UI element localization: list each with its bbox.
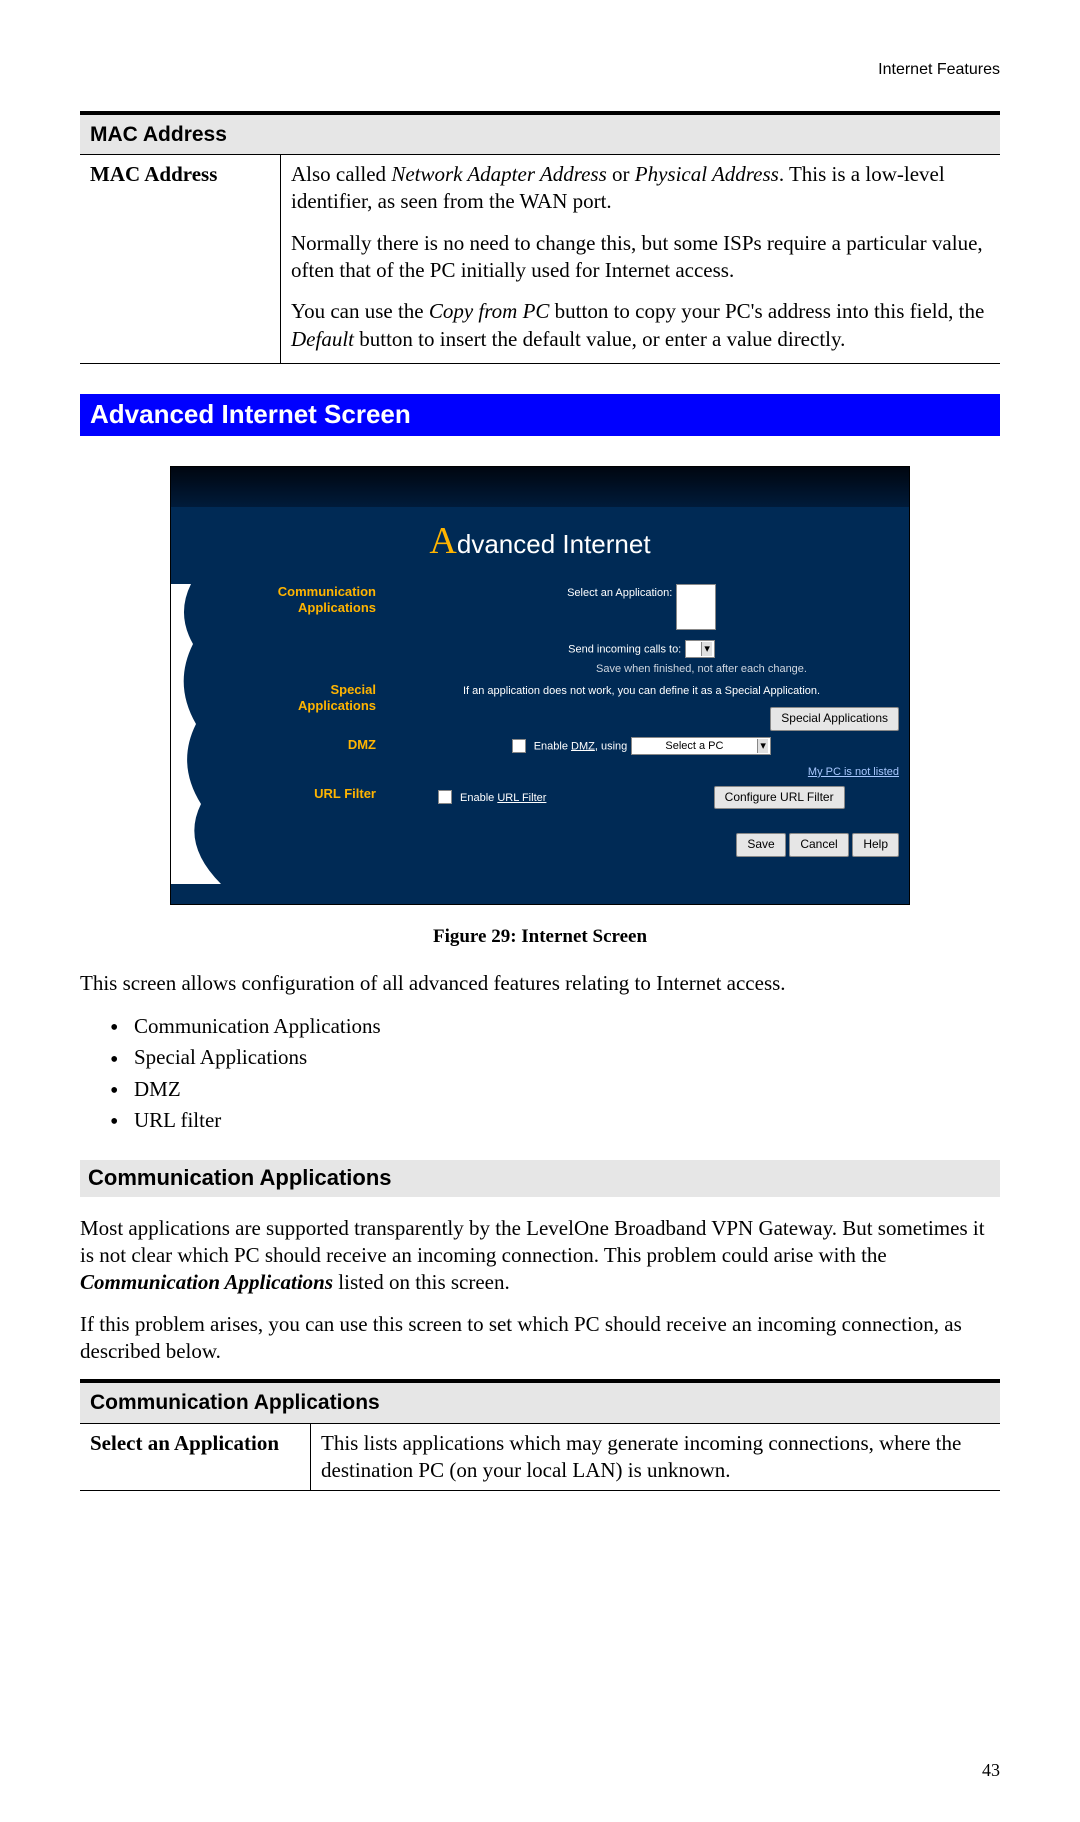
select-app-row-value: This lists applications which may genera… xyxy=(311,1423,1001,1491)
list-item: Special Applications xyxy=(110,1042,1000,1073)
send-calls-label: Send incoming calls to: xyxy=(568,644,681,656)
application-list[interactable] xyxy=(676,584,716,630)
comm-apps-paragraph-2: If this problem arises, you can use this… xyxy=(80,1311,1000,1366)
subsection-heading: Communication Applications xyxy=(80,1160,1000,1197)
enable-dmz-label: Enable DMZ, using xyxy=(534,740,628,752)
dmz-pc-dropdown[interactable]: Select a PC xyxy=(631,737,771,755)
advanced-internet-screenshot: Advanced Internet CommunicationApplicati… xyxy=(170,466,910,905)
mac-row-label: MAC Address xyxy=(80,155,281,364)
intro-paragraph: This screen allows configuration of all … xyxy=(80,970,1000,997)
pc-not-listed-link[interactable]: My PC is not listed xyxy=(808,766,899,778)
special-applications-button[interactable]: Special Applications xyxy=(770,707,899,731)
mac-row-value: Also called Network Adapter Address or P… xyxy=(281,155,1001,364)
help-button[interactable]: Help xyxy=(852,833,899,857)
save-hint: Save when finished, not after each chang… xyxy=(504,662,899,676)
special-apps-text: If an application does not work, you can… xyxy=(463,685,820,697)
cancel-button[interactable]: Cancel xyxy=(789,833,848,857)
select-app-row-label: Select an Application xyxy=(80,1423,311,1491)
feature-bullet-list: Communication Applications Special Appli… xyxy=(110,1011,1000,1136)
dmz-label: DMZ xyxy=(221,737,384,753)
save-button[interactable]: Save xyxy=(736,833,785,857)
special-apps-label: SpecialApplications xyxy=(221,682,384,713)
enable-url-filter-label: Enable URL Filter xyxy=(460,792,546,804)
comm-apps-table: Communication Applications Select an App… xyxy=(80,1379,1000,1491)
list-item: URL filter xyxy=(110,1105,1000,1136)
send-calls-dropdown[interactable] xyxy=(685,640,715,658)
decorative-edge xyxy=(171,584,221,884)
comm-apps-table-header: Communication Applications xyxy=(80,1381,1000,1423)
configure-url-filter-button[interactable]: Configure URL Filter xyxy=(714,786,845,810)
comm-apps-label: CommunicationApplications xyxy=(221,584,384,615)
page-number: 43 xyxy=(982,1759,1000,1782)
section-heading: Advanced Internet Screen xyxy=(80,394,1000,436)
enable-dmz-checkbox[interactable] xyxy=(512,739,526,753)
ui-title: Advanced Internet xyxy=(171,507,909,584)
mac-address-table: MAC Address MAC Address Also called Netw… xyxy=(80,111,1000,364)
select-app-label: Select an Application: xyxy=(567,587,672,599)
enable-url-filter-checkbox[interactable] xyxy=(438,790,452,804)
url-filter-label: URL Filter xyxy=(221,786,384,802)
list-item: DMZ xyxy=(110,1074,1000,1105)
page-header: Internet Features xyxy=(80,60,1000,81)
comm-apps-paragraph-1: Most applications are supported transpar… xyxy=(80,1215,1000,1297)
mac-table-header: MAC Address xyxy=(80,113,1000,155)
list-item: Communication Applications xyxy=(110,1011,1000,1042)
figure-caption: Figure 29: Internet Screen xyxy=(80,925,1000,950)
